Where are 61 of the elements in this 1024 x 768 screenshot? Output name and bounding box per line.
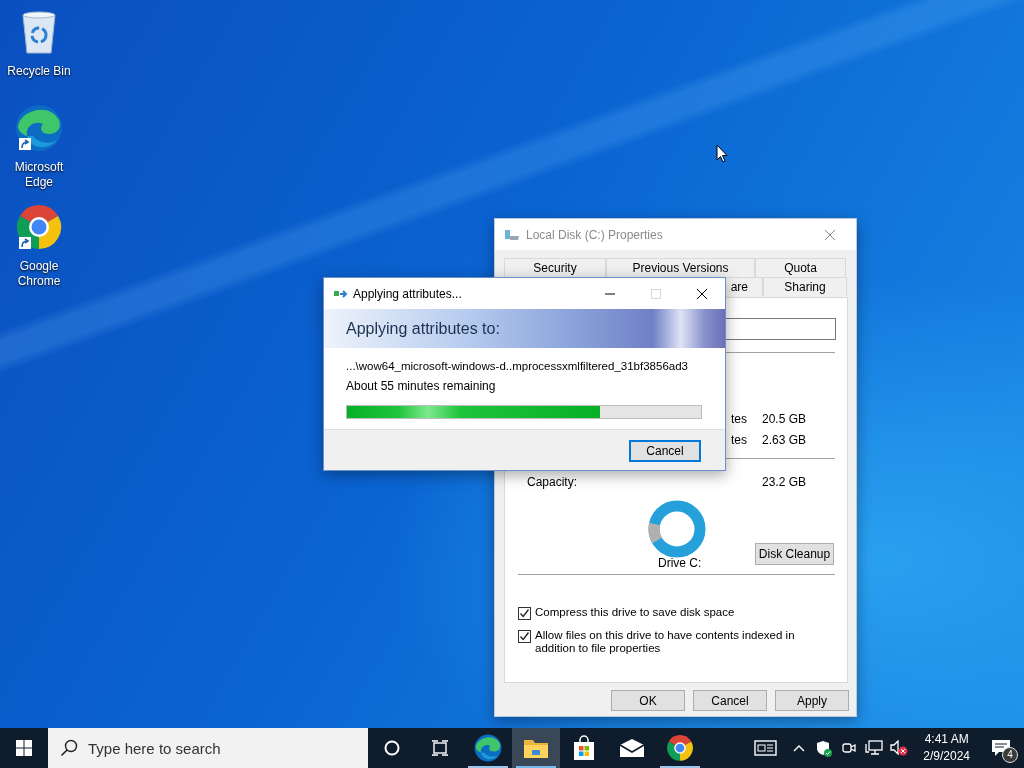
clock[interactable]: 4:41 AM 2/9/2024: [915, 731, 978, 765]
drive-usage-donut: [647, 499, 707, 559]
network-icon: [864, 740, 883, 756]
tab[interactable]: Quota: [755, 258, 846, 277]
icon-label[interactable]: Microsoft Edge: [4, 160, 74, 190]
chrome-icon[interactable]: [15, 203, 63, 251]
folder-icon: [523, 737, 549, 759]
circle-icon: [384, 740, 400, 756]
edge-icon: [474, 734, 502, 762]
envelope-icon: [619, 737, 645, 759]
byte-count: tes: [731, 432, 747, 446]
chrome-icon: [666, 734, 694, 762]
icon-label[interactable]: Recycle Bin: [4, 64, 74, 79]
size-value: 2.63 GB: [762, 432, 807, 446]
window-title: Local Disk (C:) Properties: [526, 226, 663, 244]
window-title: Applying attributes...: [353, 285, 462, 303]
notifications-button[interactable]: 4: [978, 728, 1024, 768]
taskbar-app-button[interactable]: [512, 728, 560, 768]
check-icon: [519, 631, 530, 642]
size-value: 20.5 GB: [762, 411, 807, 425]
drive-icon: [504, 228, 520, 241]
file-path: ...\wow64_microsoft-windows-d..mprocessxmlfiltered_31bf3856ad3: [346, 359, 689, 374]
dialog-button[interactable]: OK: [611, 690, 685, 711]
capacity-label: Capacity:: [527, 474, 578, 488]
check-icon: [519, 608, 530, 619]
mouse-pointer-icon: [716, 144, 728, 163]
notification-count: 4: [1002, 747, 1018, 763]
store-bag-icon: [571, 735, 597, 761]
task-view-icon: [431, 740, 449, 756]
close-icon: [696, 287, 708, 300]
search-icon: [60, 739, 78, 757]
dialog-button[interactable]: Cancel: [693, 690, 767, 711]
attributes-icon: [333, 288, 349, 299]
checkbox[interactable]: [518, 630, 531, 643]
checkbox-label: Allow files on this drive to have contents indexed in addition to file properties: [535, 629, 796, 655]
icon-label[interactable]: Google Chrome: [4, 259, 74, 289]
muted-speaker-icon: [889, 740, 908, 756]
tab[interactable]: Previous Versions: [606, 258, 755, 277]
camera-icon: [840, 740, 857, 756]
dialog-heading: Applying attributes to:: [346, 318, 500, 339]
disk-cleanup-button[interactable]: Disk Cleanup: [755, 543, 834, 565]
cancel-button[interactable]: Cancel: [629, 439, 701, 462]
news-icon: [754, 740, 779, 756]
close-icon: [824, 228, 836, 241]
checkbox[interactable]: [518, 607, 531, 620]
dialog-button[interactable]: Apply: [775, 690, 849, 711]
clock-time: 4:41 AM: [923, 731, 970, 748]
time-remaining: About 55 minutes remaining: [346, 378, 497, 396]
checkbox-label: Compress this drive to save disk space: [535, 606, 735, 620]
search-field[interactable]: Type here to search: [48, 728, 368, 768]
tab[interactable]: Sharing: [763, 277, 847, 296]
edge-icon[interactable]: [15, 104, 63, 152]
windows-logo-icon: [16, 740, 32, 756]
shield-icon: [815, 739, 832, 757]
maximize-icon: [650, 287, 662, 300]
clock-date: 2/9/2024: [923, 748, 970, 765]
tab[interactable]: Security: [504, 258, 606, 277]
drive-label: Drive C:: [658, 555, 702, 572]
byte-count: tes: [731, 411, 747, 425]
chevron-up-icon: [792, 744, 805, 752]
size-value: 23.2 GB: [762, 474, 807, 488]
